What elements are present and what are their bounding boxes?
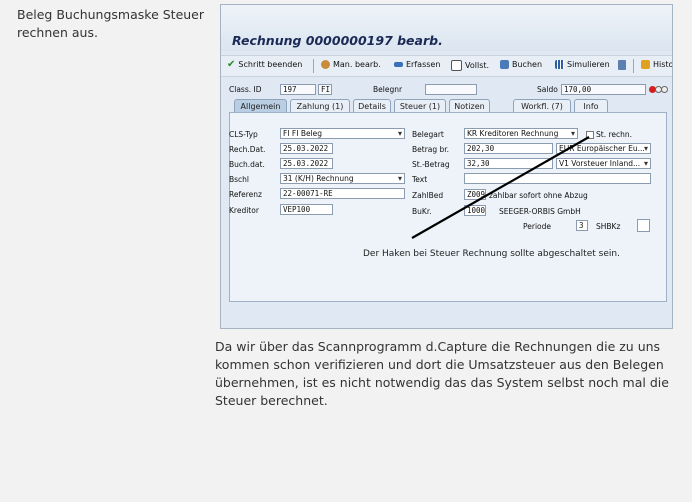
buch-dat-field[interactable]: 25.03.2022 bbox=[280, 158, 333, 169]
rech-dat-label: Rech.Dat. bbox=[229, 145, 266, 154]
erfassen-button[interactable]: Erfassen bbox=[394, 60, 440, 69]
delete-button[interactable] bbox=[618, 60, 626, 70]
tab-info[interactable]: Info bbox=[574, 99, 608, 113]
belegart-label: Belegart bbox=[412, 130, 444, 139]
referenz-field[interactable]: 22-00071-RE bbox=[280, 188, 405, 199]
person-icon bbox=[321, 60, 330, 69]
rech-dat-field[interactable]: 25.03.2022 bbox=[280, 143, 333, 154]
table-icon bbox=[555, 60, 564, 69]
trash-icon bbox=[618, 60, 626, 70]
class-id-field[interactable]: 197 bbox=[280, 84, 316, 95]
st-rechn-checkbox[interactable] bbox=[586, 131, 594, 139]
post-icon bbox=[500, 60, 509, 69]
tab-steuer[interactable]: Steuer (1) bbox=[394, 99, 446, 113]
bukr-desc: SEEGER-ORBIS GmbH bbox=[499, 207, 581, 216]
belegnr-field[interactable] bbox=[425, 84, 477, 95]
st-betrag-label: St.-Betrag bbox=[412, 160, 450, 169]
schritt-beenden-button[interactable]: ✔ Schritt beenden bbox=[227, 59, 302, 70]
tab-workfl[interactable]: Workfl. (7) bbox=[513, 99, 571, 113]
toolbar: ✔ Schritt beenden Man. bearb. Erfassen V… bbox=[221, 55, 672, 77]
note-top: Beleg Buchungsmaske Steuer rechnen aus. bbox=[17, 7, 205, 40]
periode-field[interactable]: 3 bbox=[576, 220, 588, 231]
man-bearb-button[interactable]: Man. bearb. bbox=[321, 60, 381, 69]
text-field[interactable] bbox=[464, 173, 651, 184]
cls-typ-select[interactable]: FI FI Beleg bbox=[280, 128, 405, 139]
belegart-select[interactable]: KR Kreditoren Rechnung bbox=[464, 128, 578, 139]
arrow-icon bbox=[394, 62, 403, 67]
st-rechn-label: St. rechn. bbox=[596, 130, 633, 139]
history-icon bbox=[641, 60, 650, 69]
tab-allgemein[interactable]: Allgemein bbox=[234, 99, 287, 113]
st-betrag-field[interactable]: 32,30 bbox=[464, 158, 553, 169]
betrag-label: Betrag br. bbox=[412, 145, 450, 154]
title-bar: Rechnung 0000000197 bearb. bbox=[221, 5, 672, 51]
saldo-field: 170,00 bbox=[561, 84, 646, 95]
saldo-label: Saldo bbox=[537, 85, 558, 94]
periode-label: Periode bbox=[523, 222, 552, 231]
bschl-select[interactable]: 31 (K/H) Rechnung bbox=[280, 173, 405, 184]
historie-button[interactable]: Histo bbox=[641, 60, 672, 69]
vollst-button[interactable]: Vollst. bbox=[451, 60, 489, 71]
note-bottom: Da wir über das Scannprogramm d.Capture … bbox=[215, 339, 669, 408]
cls-typ-label: CLS-Typ bbox=[229, 130, 258, 139]
kreditor-field[interactable]: VEP100 bbox=[280, 204, 333, 215]
sap-screenshot: Rechnung 0000000197 bearb. ✔ Schritt bee… bbox=[220, 4, 673, 329]
tab-notizen[interactable]: Notizen bbox=[449, 99, 490, 113]
window-title: Rechnung 0000000197 bearb. bbox=[232, 33, 443, 48]
form-icon bbox=[451, 60, 462, 71]
tab-zahlung[interactable]: Zahlung (1) bbox=[290, 99, 350, 113]
kreditor-label: Kreditor bbox=[229, 206, 259, 215]
shbkz-field[interactable] bbox=[637, 219, 650, 232]
referenz-label: Referenz bbox=[229, 190, 262, 199]
bukr-field[interactable]: 1000 bbox=[464, 205, 486, 216]
zahlbed-label: ZahlBed bbox=[412, 191, 444, 200]
zahlbed-field[interactable]: Z009 bbox=[464, 189, 486, 200]
simulieren-button[interactable]: Simulieren bbox=[555, 60, 610, 69]
belegnr-label: Belegnr bbox=[373, 85, 403, 94]
bschl-label: Bschl bbox=[229, 175, 250, 184]
class-type-field[interactable]: FI bbox=[318, 84, 332, 95]
zahlbed-desc: zahlbar sofort ohne Abzug bbox=[489, 191, 588, 200]
betrag-field[interactable]: 202,30 bbox=[464, 143, 553, 154]
class-id-label: Class. ID bbox=[229, 85, 262, 94]
currency-select[interactable]: EUR Europäischer Eu... bbox=[556, 143, 651, 154]
buchen-button[interactable]: Buchen bbox=[500, 60, 542, 69]
status-light-icon bbox=[649, 85, 669, 94]
check-icon: ✔ bbox=[227, 59, 236, 70]
tax-code-select[interactable]: V1 Vorsteuer Inland... bbox=[556, 158, 651, 169]
tab-details[interactable]: Details bbox=[353, 99, 391, 113]
text-label: Text bbox=[412, 175, 428, 184]
annotation-text: Der Haken bei Steuer Rechnung sollte abg… bbox=[363, 249, 620, 259]
buch-dat-label: Buch.dat. bbox=[229, 160, 265, 169]
bukr-label: BuKr. bbox=[412, 207, 432, 216]
shbkz-label: SHBKz bbox=[596, 222, 621, 231]
